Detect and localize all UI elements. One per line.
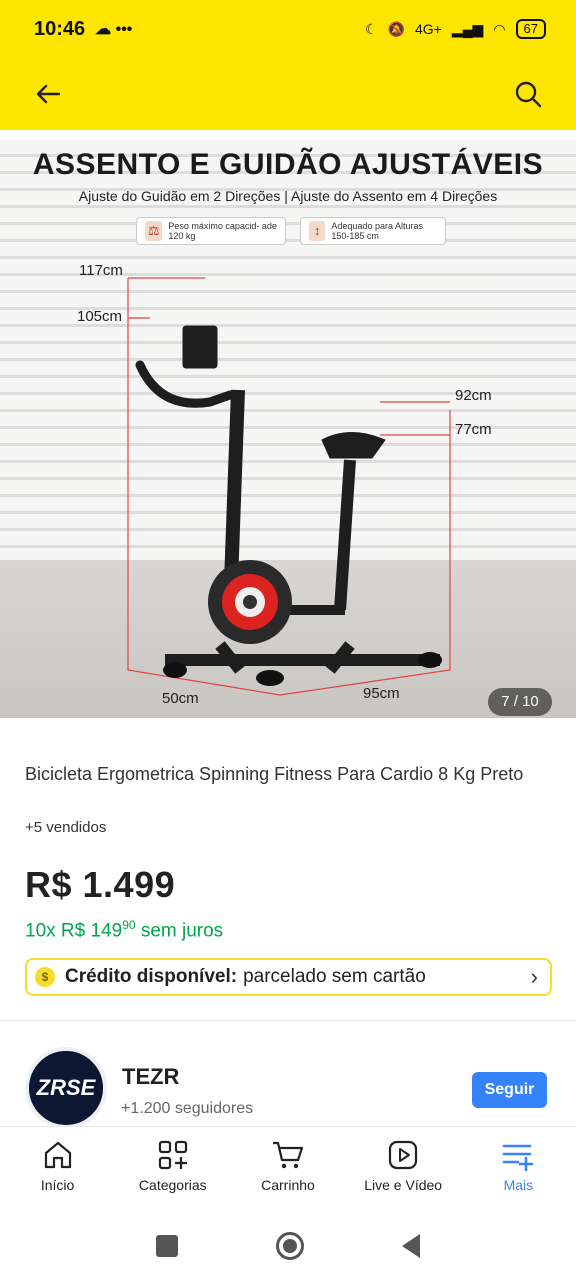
nav-label-categories: Categorias [138,1177,207,1193]
signal-icon: ▂▄▆ [451,20,484,37]
installments-amount: 10x R$ 149 [25,920,123,942]
dimension-105: 105cm [77,308,123,325]
dimension-50: 50cm [162,690,199,707]
nav-item-live-video[interactable]: Live e Vídeo [348,1127,458,1193]
dimension-117: 117cm [79,262,123,279]
seller-name[interactable]: TEZR [122,1064,179,1090]
bottom-navigation: Início Categorias Carrinho Live e Vídeo … [0,1126,576,1212]
installments-cents: 90 [122,918,136,932]
nav-item-categories[interactable]: Categorias [118,1127,228,1193]
product-price: R$ 1.499 [25,864,176,905]
coin-icon: $ [35,967,55,987]
dimension-77: 77cm [455,421,492,438]
sold-count: +5 vendidos [25,819,107,836]
categories-icon [158,1140,187,1170]
battery-indicator: 67 [515,19,546,39]
system-navigation-bar [0,1212,576,1280]
status-time: 10:46 [34,17,86,40]
nav-item-home[interactable]: Início [3,1127,113,1193]
search-icon [515,81,542,108]
mute-icon: 🔕 [387,20,405,37]
credit-available-banner[interactable]: $ Crédito disponível: parcelado sem cart… [25,958,552,996]
installments-suffix: sem juros [140,920,224,942]
back-system-button[interactable] [402,1234,420,1258]
wifi-icon: ◠ [493,20,506,37]
back-button[interactable] [30,76,66,112]
network-label: 4G+ [415,21,442,37]
nav-label-home: Início [40,1177,75,1193]
app-header [0,58,576,130]
home-system-button[interactable] [276,1232,304,1260]
nav-item-cart[interactable]: Carrinho [233,1127,343,1193]
credit-label: Crédito disponível: [65,966,238,987]
weather-icon: ☁ ••• [95,21,133,38]
chevron-right-icon: › [530,964,538,989]
seller-followers: +1.200 seguidores [121,1100,254,1117]
home-icon [44,1141,71,1169]
section-divider [0,1020,576,1021]
nav-label-cart: Carrinho [261,1177,315,1193]
play-icon [389,1140,418,1170]
follow-button[interactable]: Seguir [472,1072,547,1108]
home-system-dot [283,1239,297,1253]
product-title: Bicicleta Ergometrica Spinning Fitness P… [25,764,524,784]
menu-plus-icon [503,1144,534,1171]
dimension-92: 92cm [455,387,492,404]
credit-text: parcelado sem cartão [243,966,426,987]
image-counter: 7 / 10 [488,688,552,716]
product-image-gallery[interactable]: ASSENTO E GUIDÃO AJUSTÁVEIS Ajuste do Gu… [0,140,576,718]
dimension-95: 95cm [363,685,400,702]
seller-logo[interactable]: ZRSE [25,1047,107,1129]
nav-item-more[interactable]: Mais [463,1127,573,1193]
moon-icon: ☾ [365,20,378,37]
nav-label-live-video: Live e Vídeo [364,1177,443,1193]
cart-icon [272,1141,304,1169]
recents-button[interactable] [156,1235,178,1257]
nav-label-more: Mais [503,1177,534,1193]
installments: 10x R$ 14990 sem juros [25,918,223,942]
search-button[interactable] [510,76,546,112]
arrow-left-icon [36,84,61,104]
status-bar: 10:46 ☁ ••• ☾ 🔕 4G+ ▂▄▆ ◠ 67 [0,0,576,58]
